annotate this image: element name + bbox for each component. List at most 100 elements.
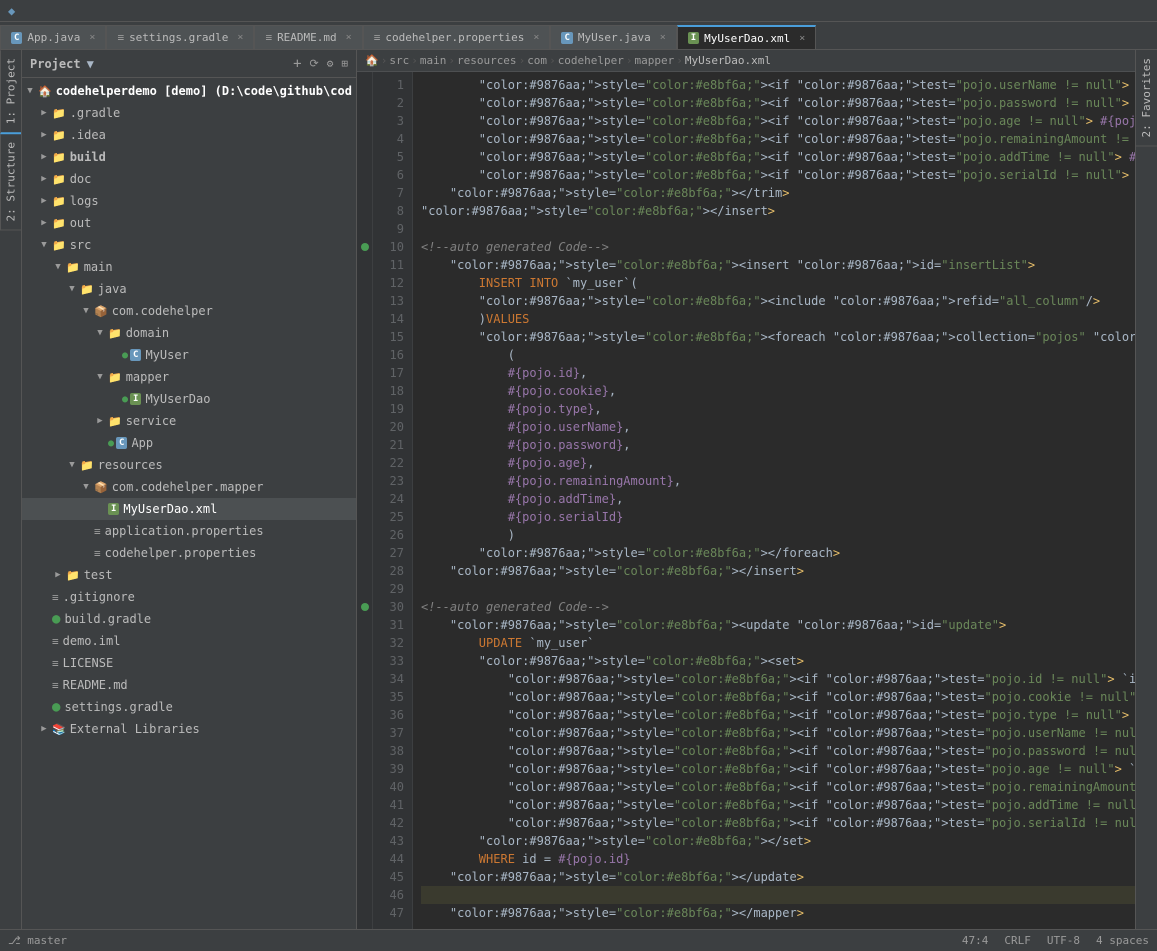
gutter-item xyxy=(357,148,372,166)
tab-label: App.java xyxy=(27,31,80,44)
sidebar-tab-favorites[interactable]: 2: Favorites xyxy=(1136,50,1157,146)
status-git: ⎇ master xyxy=(8,934,67,947)
tree-item-gitignore[interactable]: ≡ .gitignore xyxy=(22,586,356,608)
gutter-item xyxy=(357,886,372,904)
tree-label: settings.gradle xyxy=(64,700,172,714)
line-number: 43 xyxy=(377,832,404,850)
tree-item-settings-gradle-file[interactable]: ●settings.gradle xyxy=(22,696,356,718)
code-area[interactable]: "color:#9876aa;">style="color:#e8bf6a;">… xyxy=(413,72,1135,929)
line-number: 46 xyxy=(377,886,404,904)
tab-app-java[interactable]: CApp.java× xyxy=(0,25,106,49)
tree-arrow: ▼ xyxy=(78,306,94,316)
tab-myuser-java[interactable]: CMyUser.java× xyxy=(550,25,676,49)
tree-item-root[interactable]: ▼🏠codehelperdemo [demo] (D:\code\github\… xyxy=(22,80,356,102)
sidebar-tab-structure[interactable]: 2: Structure xyxy=(0,134,21,230)
tab-close-button[interactable]: × xyxy=(533,32,539,43)
tree-arrow: ▶ xyxy=(36,152,52,162)
tree-item-myuserdao[interactable]: ●IMyUserDao xyxy=(22,388,356,410)
sidebar-dropdown-arrow[interactable]: ▼ xyxy=(87,57,94,71)
tree-item-logs[interactable]: ▶📁logs xyxy=(22,190,356,212)
tree-item-domain[interactable]: ▼📁domain xyxy=(22,322,356,344)
tree-label: .gitignore xyxy=(63,590,135,604)
tree-item-mapper[interactable]: ▼📁mapper xyxy=(22,366,356,388)
breadcrumb-resources[interactable]: resources xyxy=(457,54,517,67)
tab-close-button[interactable]: × xyxy=(237,32,243,43)
tree-arrow: ▼ xyxy=(92,372,108,382)
gutter-item xyxy=(357,904,372,922)
line-number: 11 xyxy=(377,256,404,274)
gutter-item xyxy=(357,202,372,220)
tree-item-build[interactable]: ▶📁build xyxy=(22,146,356,168)
line-number: 8 xyxy=(377,202,404,220)
breadcrumb-com[interactable]: com xyxy=(527,54,547,67)
line-number: 40 xyxy=(377,778,404,796)
breadcrumb-main[interactable]: main xyxy=(420,54,447,67)
gutter-item xyxy=(357,688,372,706)
main-layout: 1: Project 2: Structure Project ▼ + ⟳ ⚙ … xyxy=(0,50,1157,929)
tree-item-resources[interactable]: ▼📁resources xyxy=(22,454,356,476)
tree-item-java[interactable]: ▼📁java xyxy=(22,278,356,300)
gutter-item xyxy=(357,526,372,544)
tree-arrow: ▼ xyxy=(22,86,38,96)
code-line xyxy=(421,580,1135,598)
tab-myuserdao-xml[interactable]: IMyUserDao.xml× xyxy=(677,25,817,49)
tree-item-com-codehelper-mapper[interactable]: ▼📦com.codehelper.mapper xyxy=(22,476,356,498)
tree-icon: ≡ xyxy=(52,591,59,604)
sidebar-title: Project xyxy=(30,57,81,71)
tab-close-button[interactable]: × xyxy=(799,33,805,44)
tree-label: App xyxy=(131,436,153,450)
gutter-item xyxy=(357,436,372,454)
breadcrumb-src[interactable]: src xyxy=(389,54,409,67)
tree-item-gradle[interactable]: ▶📁.gradle xyxy=(22,102,356,124)
add-button[interactable]: + xyxy=(293,56,301,72)
tree-item-demo-iml[interactable]: ≡demo.iml xyxy=(22,630,356,652)
breadcrumb-mapper[interactable]: mapper xyxy=(635,54,675,67)
line-number: 44 xyxy=(377,850,404,868)
tree-arrow: ▼ xyxy=(64,460,80,470)
breadcrumb-codehelper[interactable]: codehelper xyxy=(558,54,624,67)
tree-label: demo.iml xyxy=(63,634,121,648)
tree-item-idea[interactable]: ▶📁.idea xyxy=(22,124,356,146)
tree-item-com-codehelper[interactable]: ▼📦com.codehelper xyxy=(22,300,356,322)
tree-item-build-gradle[interactable]: ●build.gradle xyxy=(22,608,356,630)
tree-item-codehelper-props-file[interactable]: ≡codehelper.properties xyxy=(22,542,356,564)
tab-close-button[interactable]: × xyxy=(660,32,666,43)
line-number: 10 xyxy=(377,238,404,256)
tree-item-doc[interactable]: ▶📁doc xyxy=(22,168,356,190)
gutter-item xyxy=(357,778,372,796)
tab-close-button[interactable]: × xyxy=(346,32,352,43)
tree-item-readme-md[interactable]: ≡README.md xyxy=(22,674,356,696)
gutter-item xyxy=(357,256,372,274)
tree-icon: 📁 xyxy=(108,415,122,428)
tree-item-application-props[interactable]: ≡application.properties xyxy=(22,520,356,542)
sidebar-toolbar: Project ▼ + ⟳ ⚙ ⊞ xyxy=(22,50,356,78)
tree-item-out[interactable]: ▶📁out xyxy=(22,212,356,234)
code-line: "color:#9876aa;">style="color:#e8bf6a;">… xyxy=(421,184,1135,202)
tab-settings-gradle[interactable]: ≡settings.gradle× xyxy=(106,25,254,49)
layout-icon[interactable]: ⊞ xyxy=(341,57,348,70)
tree-item-service[interactable]: ▶📁service xyxy=(22,410,356,432)
tree-item-license[interactable]: ≡LICENSE xyxy=(22,652,356,674)
tab-icon: I xyxy=(688,32,699,44)
tab-close-button[interactable]: × xyxy=(89,32,95,43)
tree-item-myuser[interactable]: ●CMyUser xyxy=(22,344,356,366)
tree-item-test[interactable]: ▶📁test xyxy=(22,564,356,586)
tab-codehelper-props[interactable]: ≡codehelper.properties× xyxy=(363,25,551,49)
gutter-item xyxy=(357,346,372,364)
sidebar-tab-project[interactable]: 1: Project xyxy=(0,50,21,134)
tree-icon: 📁 xyxy=(80,459,94,472)
tree-item-src[interactable]: ▼📁src xyxy=(22,234,356,256)
line-number: 38 xyxy=(377,742,404,760)
code-line: "color:#9876aa;">style="color:#e8bf6a;">… xyxy=(421,112,1135,130)
sync-button[interactable]: ⟳ xyxy=(310,57,319,70)
tree-item-main[interactable]: ▼📁main xyxy=(22,256,356,278)
tree-icon: ≡ xyxy=(52,679,59,692)
editor-content[interactable]: 1234567891011121314151617181920212223242… xyxy=(357,72,1135,929)
line-number: 2 xyxy=(377,94,404,112)
tab-readme[interactable]: ≡README.md× xyxy=(254,25,362,49)
tree-item-myuserdao-xml[interactable]: IMyUserDao.xml xyxy=(22,498,356,520)
settings-gear-icon[interactable]: ⚙ xyxy=(327,57,334,70)
tree-icon: 📁 xyxy=(52,173,66,186)
tree-item-ext-libraries[interactable]: ▶📚External Libraries xyxy=(22,718,356,740)
tree-item-app[interactable]: ●CApp xyxy=(22,432,356,454)
